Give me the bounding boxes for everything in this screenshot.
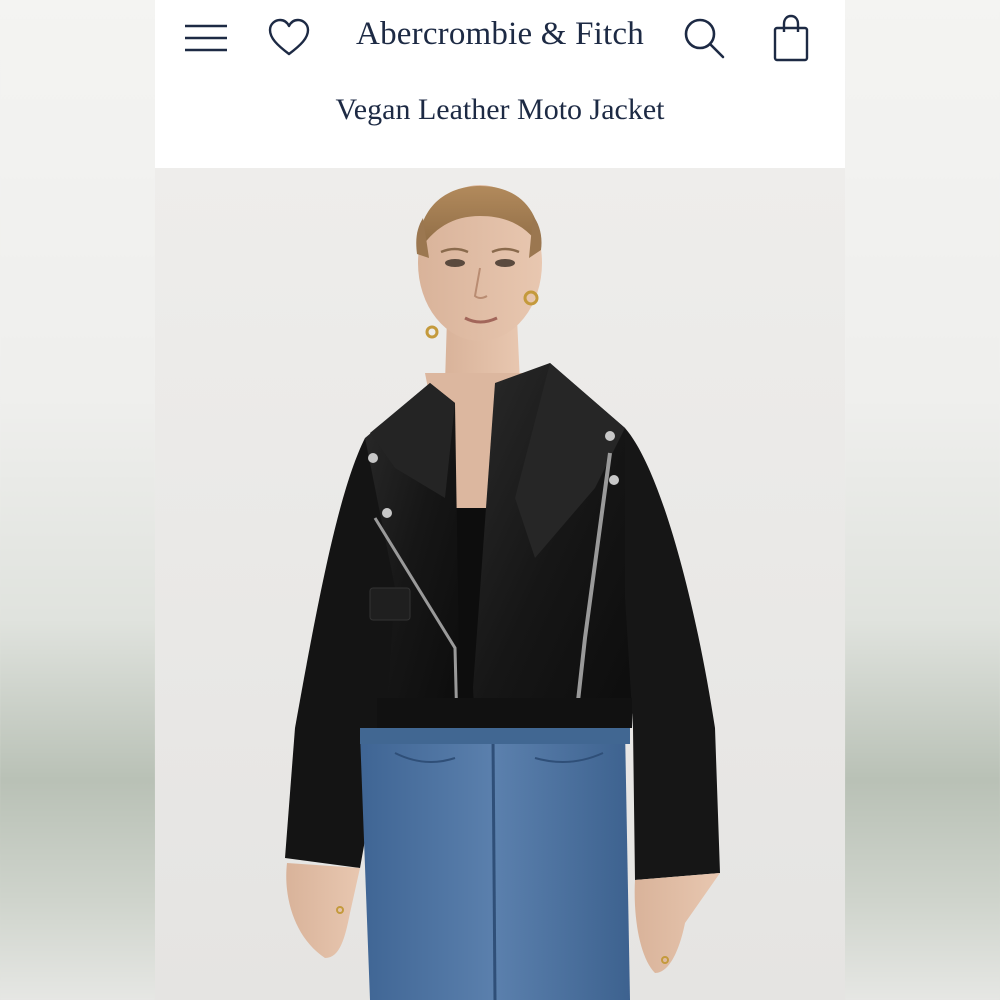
product-photo-illustration — [155, 168, 845, 1000]
search-button[interactable] — [678, 12, 730, 64]
search-icon — [684, 18, 725, 59]
site-header: Abercrombie & Fitch Vegan Leather Moto J… — [155, 0, 845, 168]
menu-icon — [185, 24, 227, 52]
screenshot-frame: Abercrombie & Fitch Vegan Leather Moto J… — [0, 0, 1000, 1000]
brand-logo[interactable]: Abercrombie & Fitch — [315, 14, 685, 54]
product-page: Abercrombie & Fitch Vegan Leather Moto J… — [155, 0, 845, 1000]
product-title: Vegan Leather Moto Jacket — [335, 93, 665, 126]
heart-icon — [268, 18, 310, 56]
product-image[interactable] — [155, 168, 845, 1000]
blurred-background-right — [845, 0, 1000, 1000]
shopping-bag-button[interactable] — [765, 12, 817, 64]
blurred-background-left — [0, 0, 155, 1000]
wishlist-button[interactable] — [263, 12, 315, 64]
shopping-bag-icon — [773, 14, 809, 62]
menu-button[interactable] — [180, 12, 232, 64]
